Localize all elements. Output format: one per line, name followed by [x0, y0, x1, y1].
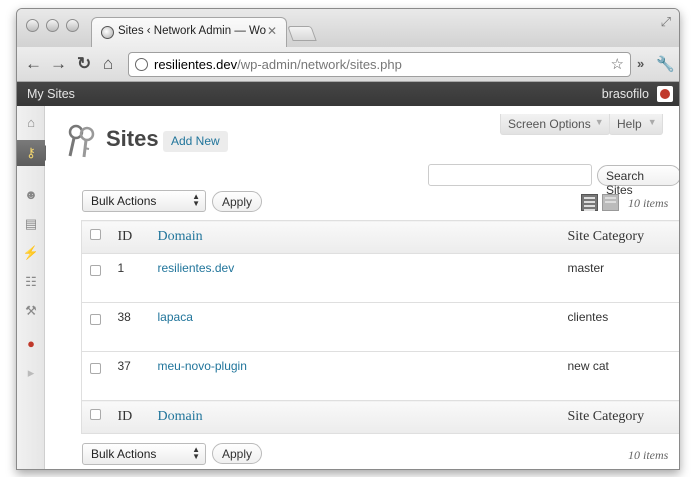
tab-close-icon[interactable]: ✕ [267, 24, 277, 38]
new-tab-button[interactable] [287, 26, 317, 41]
select-all-footer [81, 400, 118, 434]
close-window-button[interactable] [26, 19, 39, 32]
wp-admin-bar: My Sites brasofilo [17, 82, 679, 106]
screen-options-button[interactable]: Screen Options ▼ [500, 114, 610, 135]
browser-tab[interactable]: Sites ‹ Network Admin — Wo ✕ [91, 17, 287, 47]
list-view-icon[interactable] [581, 194, 598, 211]
bulk-actions-select[interactable]: Bulk Actions ▲ ▼ [82, 190, 206, 212]
chevron-down-icon: ▼ [594, 117, 604, 127]
search-sites-button[interactable]: Search Sites [597, 165, 679, 197]
column-footer-id[interactable]: ID [117, 400, 158, 434]
globe-icon [135, 58, 148, 71]
extensions-overflow-button[interactable]: » [637, 56, 644, 71]
forward-arrow-icon[interactable]: → [50, 54, 67, 74]
sites-keys-icon [68, 124, 95, 158]
url-host: resilientes.dev [154, 57, 238, 72]
tools-icon[interactable]: ⚒ [17, 298, 45, 324]
site-domain-link[interactable]: lapaca [158, 310, 193, 324]
table-footer-row: ID Domain Site Category [81, 400, 679, 434]
column-footer-domain[interactable]: Domain [157, 400, 568, 434]
table-row: 37 meu-novo-plugin new cat [81, 351, 679, 401]
row-checkbox-cell [81, 302, 118, 352]
row-checkbox-cell [81, 253, 118, 303]
site-id: 1 [117, 253, 158, 303]
users-icon[interactable]: ☻ [17, 182, 45, 208]
main-content: Screen Options ▼ Help ▼ Sites Add New Se… [46, 106, 679, 469]
my-sites-link[interactable]: My Sites [27, 87, 75, 101]
zoom-window-button[interactable] [66, 19, 79, 32]
admin-menu: ⌂ ⚷ ☻ ▤ ⚡ ☷ ⚒ ● ▸ [17, 106, 53, 469]
items-count: 10 items [628, 196, 669, 210]
plugin-custom-icon[interactable]: ● [17, 331, 45, 357]
site-domain-link[interactable]: meu-novo-plugin [158, 359, 247, 373]
collapse-menu-icon[interactable]: ▸ [17, 360, 45, 386]
site-category: clientes [567, 302, 679, 352]
table-header-row: ID Domain Site Category [81, 220, 679, 254]
home-icon[interactable]: ⌂ [103, 54, 113, 74]
url-path: /wp-admin/network/sites.php [237, 57, 402, 72]
bulk-actions-select-bottom[interactable]: Bulk Actions ▲ ▼ [82, 443, 206, 465]
select-arrows-icon: ▲ ▼ [192, 445, 200, 461]
site-domain-cell: resilientes.dev [157, 253, 568, 303]
bulk-actions-label: Bulk Actions [91, 447, 157, 461]
bookmark-star-icon[interactable]: ☆ [611, 55, 624, 73]
excerpt-view-icon[interactable] [602, 194, 619, 211]
wordpress-favicon-icon [101, 26, 114, 39]
sites-icon[interactable]: ⚷ [17, 140, 53, 166]
site-domain-link[interactable]: resilientes.dev [158, 261, 235, 275]
chevron-down-icon: ▼ [647, 117, 657, 127]
plugins-icon[interactable]: ⚡ [17, 240, 45, 266]
search-input[interactable] [428, 164, 592, 186]
username-link[interactable]: brasofilo [602, 87, 649, 101]
minimize-window-button[interactable] [46, 19, 59, 32]
screen-options-label: Screen Options [508, 117, 591, 131]
apply-button-bottom[interactable]: Apply [212, 443, 263, 464]
wrench-icon[interactable]: 🔧 [656, 55, 675, 73]
site-id: 38 [117, 302, 158, 352]
row-checkbox[interactable] [90, 314, 101, 325]
page-title: Sites [106, 126, 159, 151]
add-new-button[interactable]: Add New [163, 131, 228, 152]
site-domain-cell: meu-novo-plugin [157, 351, 568, 401]
column-footer-site-category: Site Category [567, 400, 679, 434]
column-header-domain[interactable]: Domain [157, 220, 568, 254]
select-all-header [81, 220, 118, 254]
dashboard-icon[interactable]: ⌂ [17, 110, 45, 136]
domain-sort-link[interactable]: Domain [158, 409, 203, 424]
table-row: 38 lapaca clientes [81, 302, 679, 352]
site-domain-cell: lapaca [157, 302, 568, 352]
tab-title: Sites ‹ Network Admin — Wo [118, 25, 267, 37]
items-count-bottom: 10 items [628, 448, 669, 462]
reload-icon[interactable]: ↻ [77, 54, 91, 74]
browser-window: Sites ‹ Network Admin — Wo ✕ ⤢ ← → ↻ ⌂ r… [16, 8, 680, 470]
column-header-id[interactable]: ID [117, 220, 158, 254]
row-checkbox[interactable] [90, 363, 101, 374]
settings-icon[interactable]: ☷ [17, 269, 45, 295]
avatar[interactable] [657, 86, 673, 102]
tab-strip: Sites ‹ Network Admin — Wo ✕ ⤢ [17, 9, 679, 47]
table-row: 1 resilientes.dev master [81, 253, 679, 303]
sites-table: ID Domain Site Category 1 resilientes.de… [81, 220, 679, 434]
themes-icon[interactable]: ▤ [17, 211, 45, 237]
select-arrows-icon: ▲ ▼ [192, 192, 200, 208]
site-id: 37 [117, 351, 158, 401]
select-all-checkbox[interactable] [90, 229, 101, 240]
address-bar[interactable]: resilientes.dev/wp-admin/network/sites.p… [128, 52, 631, 77]
site-category: master [567, 253, 679, 303]
row-checkbox[interactable] [90, 265, 101, 276]
row-checkbox-cell [81, 351, 118, 401]
column-header-site-category: Site Category [567, 220, 679, 254]
back-arrow-icon[interactable]: ← [25, 54, 42, 74]
help-label: Help [617, 117, 642, 131]
select-all-checkbox[interactable] [90, 409, 101, 420]
bulk-actions-label: Bulk Actions [91, 194, 157, 208]
apply-button[interactable]: Apply [212, 191, 263, 212]
help-button[interactable]: Help ▼ [609, 114, 663, 135]
browser-toolbar: ← → ↻ ⌂ resilientes.dev/wp-admin/network… [17, 47, 679, 82]
domain-sort-link[interactable]: Domain [158, 229, 203, 244]
site-category: new cat [567, 351, 679, 401]
fullscreen-icon[interactable]: ⤢ [661, 14, 671, 30]
